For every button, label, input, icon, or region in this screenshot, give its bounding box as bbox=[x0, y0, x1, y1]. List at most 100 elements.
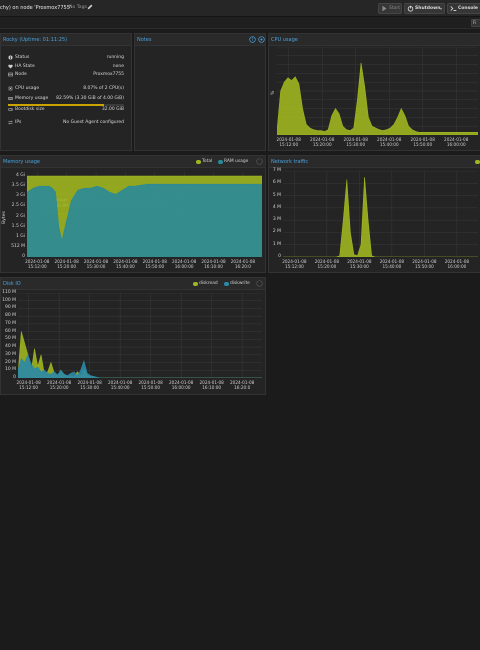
x-tick-label: 2024-01-08 15:12:00 bbox=[276, 137, 301, 147]
network-title: Network traffic bbox=[271, 159, 309, 165]
x-tick-label: 2024-01-08 16:20:0 bbox=[230, 259, 256, 269]
x-tick-label: 2024-01-08 15:12:00 bbox=[25, 259, 50, 269]
memory-usage-bar bbox=[8, 104, 124, 106]
y-tick-label: 90 M bbox=[4, 305, 16, 311]
help-icon[interactable]: ? bbox=[249, 36, 256, 43]
y-tick-label: 512 M bbox=[11, 243, 25, 249]
network-series-network-traffic bbox=[283, 177, 478, 257]
terminal-icon bbox=[450, 6, 457, 12]
disk-chart-plot[interactable] bbox=[18, 293, 262, 378]
legend-total[interactable]: Total bbox=[196, 159, 212, 164]
summary-label: Node bbox=[15, 72, 27, 77]
x-tick-label: 2024-01-08 16:20:0 bbox=[230, 380, 255, 390]
summary-value: none bbox=[112, 64, 124, 69]
summary-label: Status bbox=[15, 55, 30, 60]
heart-icon bbox=[8, 64, 13, 69]
summary-value: 82.59% (3.30 GiB of 4.00 GiB) bbox=[56, 96, 124, 101]
x-tick-label: 2024-01-08 16:10:00 bbox=[201, 259, 226, 269]
summary-label: HA State bbox=[15, 64, 35, 69]
undo-zoom-icon[interactable] bbox=[256, 158, 263, 165]
summary-row-node: Node Proxmox7755 bbox=[8, 72, 124, 79]
x-tick-label: 2024-01-08 15:40:00 bbox=[108, 380, 133, 390]
x-tick-label: 2024-01-08 15:30:00 bbox=[83, 259, 109, 269]
y-tick-label: 2 Gi bbox=[15, 213, 25, 219]
disk-panel-header: Disk IO diskread diskwrite bbox=[1, 278, 265, 290]
cpu-chart-plot[interactable] bbox=[277, 47, 478, 135]
summary-row-cpu-usage: CPU usage 8.07% of 2 CPU(s) bbox=[8, 86, 124, 93]
undo-zoom-icon[interactable] bbox=[256, 280, 263, 287]
y-tick-label: 5 M bbox=[272, 192, 281, 198]
cpu-icon bbox=[8, 86, 13, 91]
summary-row-memory-usage: Memory usage 82.59% (3.30 GiB of 4.00 GiB… bbox=[8, 96, 124, 103]
chevron-down-icon[interactable]: ▾ bbox=[440, 4, 442, 13]
notes-panel-header: Notes ? bbox=[135, 34, 265, 46]
x-tick-label: 2024-01-08 15:30:00 bbox=[77, 380, 102, 390]
network-icon bbox=[8, 120, 13, 125]
y-tick-label: 0 bbox=[13, 375, 16, 380]
summary-label: CPU usage bbox=[15, 86, 40, 91]
x-tick-label: 2024-01-08 16:00:00 bbox=[169, 380, 194, 390]
x-tick-label: 2024-01-08 15:20:00 bbox=[47, 380, 72, 390]
x-tick-label: 2024-01-08 15:50:00 bbox=[410, 137, 435, 147]
disk-title: Disk IO bbox=[3, 281, 21, 287]
x-tick-label: 2024-01-08 15:20:00 bbox=[314, 259, 340, 269]
info-icon bbox=[8, 55, 13, 60]
network-chart-plot[interactable] bbox=[283, 171, 478, 257]
gear-icon[interactable] bbox=[258, 36, 265, 43]
x-tick-label: 2024-01-08 15:30:00 bbox=[343, 137, 368, 147]
x-tick-label: 2024-01-08 16:00:00 bbox=[444, 137, 469, 147]
power-icon bbox=[407, 5, 414, 12]
cpu-panel-header: CPU usage bbox=[269, 34, 480, 46]
filter-button[interactable]: Fi bbox=[471, 19, 480, 27]
summary-value: Proxmox7755 bbox=[93, 72, 124, 77]
y-tick-label: 70 M bbox=[4, 320, 16, 326]
x-tick-label: 2024-01-08 15:40:00 bbox=[377, 137, 402, 147]
memory-chart-plot[interactable] bbox=[27, 171, 262, 257]
memory-title: Memory usage bbox=[3, 159, 41, 165]
y-tick-label: 80 M bbox=[4, 313, 16, 319]
console-button[interactable]: Console bbox=[447, 3, 480, 14]
legend-dot bbox=[218, 159, 223, 164]
disk-series-diskwrite bbox=[18, 353, 262, 378]
y-tick-label: 6 M bbox=[272, 180, 281, 186]
x-tick-label: 2024-01-08 15:12:00 bbox=[16, 380, 41, 390]
x-tick-label: 2024-01-08 15:20:00 bbox=[310, 137, 335, 147]
tags-label[interactable]: No Tags bbox=[69, 5, 87, 10]
summary-value: 8.07% of 2 CPU(s) bbox=[83, 86, 124, 91]
y-tick-label: 100 M bbox=[2, 297, 16, 303]
cpu-title: CPU usage bbox=[271, 37, 298, 43]
summary-title: Rocky (Uptime: 01:11:25) bbox=[3, 37, 68, 43]
y-tick-label: 20 M bbox=[4, 359, 16, 365]
svg-text:?: ? bbox=[251, 37, 253, 42]
legend-diskread[interactable]: diskread bbox=[193, 281, 218, 286]
y-tick-label: 1 M bbox=[272, 241, 281, 247]
y-tick-label: 2.5 Gi bbox=[11, 203, 25, 209]
y-tick-label: 4 Gi bbox=[15, 173, 25, 179]
node-icon bbox=[8, 72, 13, 77]
pencil-icon[interactable] bbox=[87, 4, 93, 10]
x-tick-label: 2024-01-08 15:30:00 bbox=[347, 259, 372, 269]
top-toolbar: chy) on node 'Proxmox7755' No Tags Start… bbox=[0, 0, 480, 17]
legend-ram-usage[interactable]: RAM usage bbox=[218, 159, 248, 164]
y-tick-label: 0 bbox=[278, 254, 281, 259]
y-tick-label: 3.5 Gi bbox=[11, 183, 25, 189]
y-tick-label: 3 M bbox=[272, 217, 281, 223]
start-button[interactable]: Start bbox=[378, 3, 402, 14]
x-tick-label: 2024-01-08 16:00:00 bbox=[171, 259, 197, 269]
network-panel-header: Network traffic bbox=[269, 156, 480, 168]
x-tick-label: 2024-01-08 15:12:00 bbox=[282, 259, 307, 269]
y-tick-label: 50 M bbox=[4, 336, 16, 342]
legend-dot bbox=[196, 159, 201, 164]
play-icon bbox=[382, 5, 387, 12]
summary-row-ha-state: HA State none bbox=[8, 64, 124, 71]
shutdown-button[interactable]: Shutdown ▾ bbox=[404, 3, 445, 14]
summary-row-ips: IPs No Guest Agent configured bbox=[8, 120, 124, 127]
y-tick-label: 60 M bbox=[4, 328, 16, 334]
y-tick-label: 1 Gi bbox=[15, 233, 25, 239]
y-tick-label: 1.5 Gi bbox=[11, 223, 25, 229]
summary-value: running bbox=[106, 55, 124, 60]
y-tick-label: 7 M bbox=[272, 168, 281, 173]
y-tick-label: 4 M bbox=[272, 204, 281, 210]
legend-diskwrite[interactable]: diskwrite bbox=[224, 281, 250, 286]
legend-dot bbox=[193, 281, 198, 286]
